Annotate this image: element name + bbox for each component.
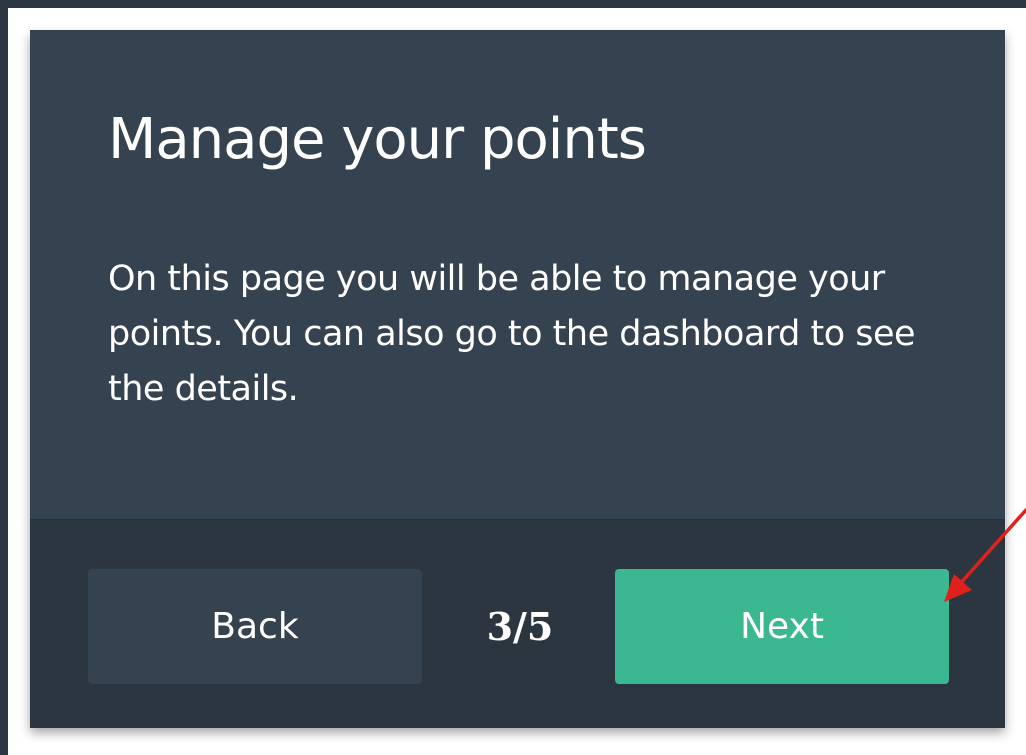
tour-dialog: Manage your points On this page you will… xyxy=(30,30,1005,728)
back-button[interactable]: Back xyxy=(88,569,422,684)
arrow-shaft xyxy=(956,508,1026,588)
arrow-icon xyxy=(944,508,1026,602)
tour-title: Manage your points xyxy=(108,107,647,172)
tour-dialog-body: Manage your points On this page you will… xyxy=(30,30,1005,519)
arrow-head xyxy=(944,574,972,602)
tour-dialog-footer: Back 3/5 Next xyxy=(30,519,1005,728)
tour-description: On this page you will be able to manage … xyxy=(108,259,916,409)
next-button[interactable]: Next xyxy=(615,569,949,684)
step-counter: 3/5 xyxy=(486,604,554,649)
